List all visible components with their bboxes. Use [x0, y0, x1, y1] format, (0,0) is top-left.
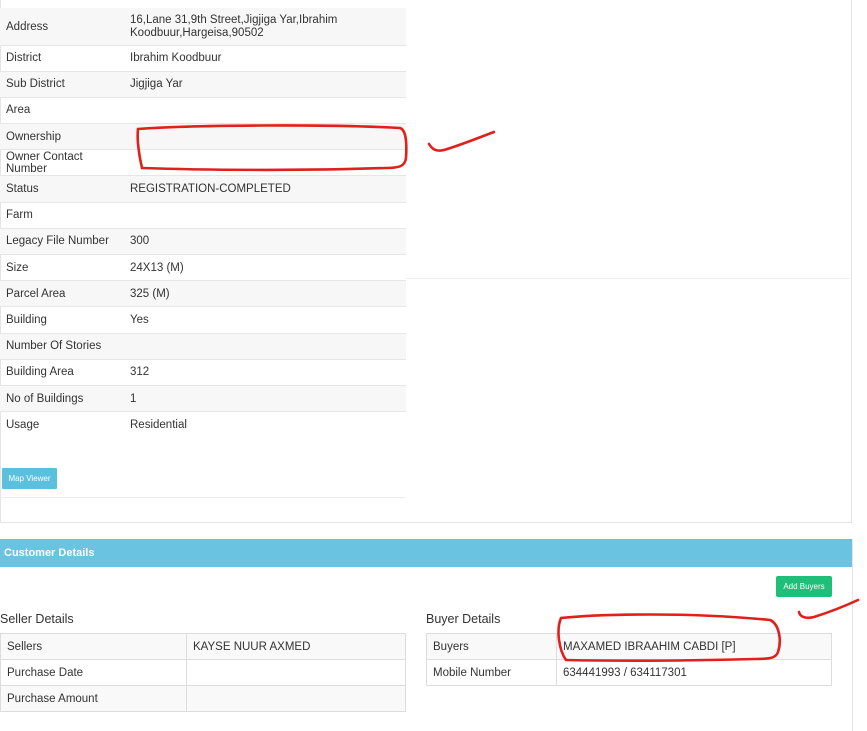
table-row: Building Yes: [0, 306, 406, 334]
purchase-date-value: [186, 659, 406, 686]
sub-district-label: Sub District: [0, 70, 124, 98]
area-value: [124, 96, 406, 124]
status-label: Status: [0, 175, 124, 203]
farm-value: [124, 201, 406, 229]
number-of-stories-value: [124, 332, 406, 360]
buyers-label: Buyers: [426, 633, 557, 660]
mobile-number-value: 634441993 / 634117301: [556, 659, 832, 686]
table-row: Parcel Area 325 (M): [0, 280, 406, 307]
address-value: 16,Lane 31,9th Street,Jigjiga Yar,Ibrahi…: [124, 8, 406, 45]
table-row: Sub District Jigjiga Yar: [0, 70, 406, 98]
table-row: Status REGISTRATION-COMPLETED: [0, 175, 406, 203]
owner-contact-value: [124, 149, 406, 176]
size-label: Size: [0, 253, 124, 281]
parcel-area-value: 325 (M): [124, 280, 406, 307]
buyer-details-table: Buyers MAXAMED IBRAAHIM CABDI [P] Mobile…: [426, 633, 832, 686]
farm-label: Farm: [0, 201, 124, 229]
table-row: Address 16,Lane 31,9th Street,Jigjiga Ya…: [0, 8, 406, 45]
table-row: Farm: [0, 201, 406, 229]
table-row: Legacy File Number 300: [0, 227, 406, 255]
purchase-amount-label: Purchase Amount: [0, 685, 187, 712]
customer-details-title: Customer Details: [4, 547, 95, 559]
table-row: Number Of Stories: [0, 332, 406, 360]
ownership-label: Ownership: [0, 123, 124, 150]
panel-border: [852, 539, 853, 731]
property-details-table-wrap: Address 16,Lane 31,9th Street,Jigjiga Ya…: [0, 8, 406, 438]
mobile-number-label: Mobile Number: [426, 659, 557, 686]
district-value: Ibrahim Koodbuur: [124, 44, 406, 72]
table-row: Buyers MAXAMED IBRAAHIM CABDI [P]: [426, 633, 832, 660]
table-row: District Ibrahim Koodbuur: [0, 44, 406, 72]
size-value: 24X13 (M): [124, 253, 406, 281]
area-label: Area: [0, 96, 124, 124]
no-of-buildings-label: No of Buildings: [0, 384, 124, 412]
purchase-amount-value: [186, 685, 406, 712]
customer-details-header: Customer Details: [0, 539, 852, 567]
district-label: District: [0, 44, 124, 72]
buyer-details-title: Buyer Details: [426, 612, 501, 626]
map-viewer-button[interactable]: Map Viewer: [2, 468, 57, 489]
table-row: Owner Contact Number: [0, 149, 406, 176]
table-row: Building Area 312: [0, 358, 406, 386]
parcel-area-label: Parcel Area: [0, 280, 124, 307]
owner-contact-label: Owner Contact Number: [0, 149, 124, 176]
usage-label: Usage: [0, 411, 124, 438]
table-row: Purchase Amount: [0, 685, 406, 712]
table-row: Purchase Date: [0, 659, 406, 686]
purchase-date-label: Purchase Date: [0, 659, 187, 686]
sellers-label: Sellers: [0, 633, 187, 660]
sellers-value: KAYSE NUUR AXMED: [186, 633, 406, 660]
property-details-table: Address 16,Lane 31,9th Street,Jigjiga Ya…: [0, 8, 406, 438]
table-row: Ownership: [0, 123, 406, 150]
table-row: Sellers KAYSE NUUR AXMED: [0, 633, 406, 660]
seller-details-table: Sellers KAYSE NUUR AXMED Purchase Date P…: [0, 633, 406, 712]
usage-value: Residential: [124, 411, 406, 438]
ownership-value: [124, 123, 406, 150]
number-of-stories-label: Number Of Stories: [0, 332, 124, 360]
address-label: Address: [0, 8, 124, 45]
seller-details-title: Seller Details: [0, 612, 74, 626]
table-row: Size 24X13 (M): [0, 253, 406, 281]
checkmark-annotation: [797, 598, 860, 620]
building-label: Building: [0, 306, 124, 334]
legacy-file-number-value: 300: [124, 227, 406, 255]
building-value: Yes: [124, 306, 406, 334]
building-area-value: 312: [124, 358, 406, 386]
table-row: Usage Residential: [0, 411, 406, 438]
legacy-file-number-label: Legacy File Number: [0, 227, 124, 255]
buyers-value: MAXAMED IBRAAHIM CABDI [P]: [556, 633, 832, 660]
status-value: REGISTRATION-COMPLETED: [124, 175, 406, 203]
sub-district-value: Jigjiga Yar: [124, 70, 406, 98]
no-of-buildings-value: 1: [124, 384, 406, 412]
add-buyers-button[interactable]: Add Buyers: [776, 576, 832, 597]
panel-divider: [406, 278, 850, 279]
building-area-label: Building Area: [0, 358, 124, 386]
table-row: No of Buildings 1: [0, 384, 406, 412]
panel-divider: [0, 497, 406, 498]
table-row: Mobile Number 634441993 / 634117301: [426, 659, 832, 686]
table-row: Area: [0, 96, 406, 124]
